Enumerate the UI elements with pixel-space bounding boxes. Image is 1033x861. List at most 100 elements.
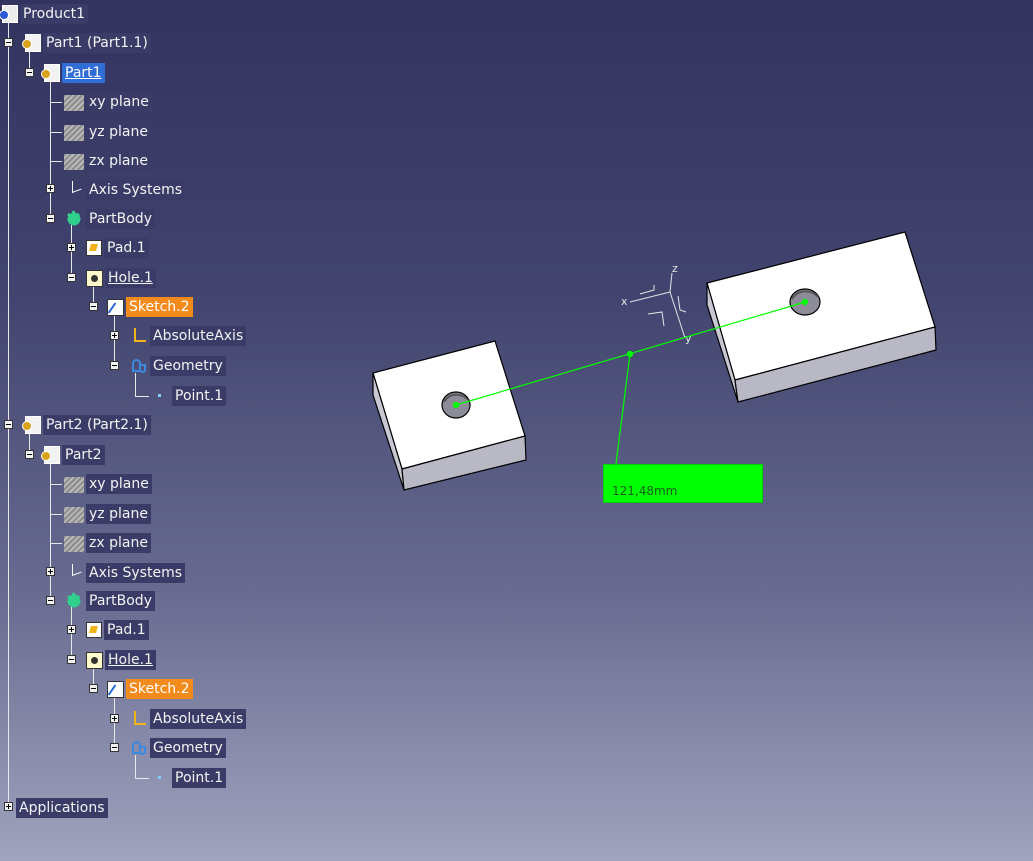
tree-node-label[interactable]: Geometry <box>150 738 226 758</box>
part-icon <box>41 64 60 82</box>
measurement-label[interactable]: 121,48mm <box>603 464 763 503</box>
tree-node-label[interactable]: xy plane <box>86 474 152 494</box>
tree-node-label[interactable]: Geometry <box>150 356 226 376</box>
tree-node-xy-plane[interactable]: xy plane <box>64 91 152 113</box>
expand-toggle[interactable] <box>110 331 119 340</box>
tree-node-absolute-axis[interactable]: AbsoluteAxis <box>128 325 247 347</box>
tree-node-sketch[interactable]: Sketch.2 <box>107 296 193 318</box>
part1-block[interactable] <box>372 340 527 491</box>
tree-node-label[interactable]: Point.1 <box>172 768 227 788</box>
tree-node-label[interactable]: Sketch.2 <box>126 679 193 699</box>
tree-node-label[interactable]: Product1 <box>20 4 89 24</box>
partbody-icon <box>64 590 84 611</box>
expand-toggle[interactable] <box>67 625 76 634</box>
tree-node-label[interactable]: Part1 <box>62 63 105 83</box>
expand-toggle[interactable] <box>46 184 55 193</box>
tree-node-label[interactable]: Part1 (Part1.1) <box>43 33 151 53</box>
tree-node-yz-plane[interactable]: yz plane <box>64 503 151 525</box>
collapse-toggle[interactable] <box>110 743 119 752</box>
tree-node-product1[interactable]: Product1 <box>0 3 89 25</box>
part-instance-icon <box>22 34 41 52</box>
tree-node-yz-plane[interactable]: yz plane <box>64 121 151 143</box>
tree-node-label[interactable]: Sketch.2 <box>126 297 193 317</box>
tree-node-part1-instance[interactable]: Part1 (Part1.1) <box>22 32 151 54</box>
tree-node-label[interactable]: zx plane <box>86 151 151 171</box>
tree-node-zx-plane[interactable]: zx plane <box>64 150 151 172</box>
tree-connector <box>114 314 115 366</box>
tree-node-label[interactable]: AbsoluteAxis <box>150 709 247 729</box>
tree-node-geometry[interactable]: Geometry <box>128 355 226 377</box>
tree-node-axis-systems[interactable]: Axis Systems <box>64 179 185 201</box>
tree-node-label[interactable]: Pad.1 <box>104 238 149 258</box>
expand-toggle[interactable] <box>46 567 55 576</box>
tree-node-label[interactable]: AbsoluteAxis <box>150 326 247 346</box>
expand-toggle[interactable] <box>67 243 76 252</box>
tree-node-axis-systems[interactable]: Axis Systems <box>64 562 185 584</box>
tree-node-label[interactable]: Hole.1 <box>105 650 156 670</box>
plane-icon <box>64 154 84 170</box>
tree-node-label[interactable]: xy plane <box>86 92 152 112</box>
tree-node-hole[interactable]: Hole.1 <box>86 649 156 671</box>
block-front-face <box>734 326 937 403</box>
tree-node-label[interactable]: Applications <box>16 798 108 818</box>
collapse-toggle[interactable] <box>89 302 98 311</box>
measure-distance-annotation[interactable] <box>452 298 809 465</box>
tree-node-part2[interactable]: Part2 <box>41 444 105 466</box>
tree-node-hole[interactable]: Hole.1 <box>86 267 156 289</box>
tree-node-label[interactable]: yz plane <box>86 504 151 524</box>
collapse-toggle[interactable] <box>4 38 13 47</box>
tree-node-point[interactable]: Point.1 <box>150 385 227 407</box>
collapse-toggle[interactable] <box>46 596 55 605</box>
collapse-toggle[interactable] <box>67 273 76 282</box>
collapse-toggle[interactable] <box>46 214 55 223</box>
tree-node-xy-plane[interactable]: xy plane <box>64 473 152 495</box>
tree-node-label[interactable]: yz plane <box>86 122 151 142</box>
tree-node-label[interactable]: zx plane <box>86 533 151 553</box>
collapse-toggle[interactable] <box>25 450 34 459</box>
sketch-icon <box>107 298 124 316</box>
tree-node-label[interactable]: Part2 (Part2.1) <box>43 415 151 435</box>
hole-icon <box>86 651 103 669</box>
tree-connector <box>50 161 62 162</box>
tree-node-label[interactable]: PartBody <box>86 591 155 611</box>
tree-node-label[interactable]: Point.1 <box>172 386 227 406</box>
tree-node-part1[interactable]: Part1 <box>41 62 105 84</box>
tree-node-absolute-axis[interactable]: AbsoluteAxis <box>128 708 247 730</box>
tree-node-applications[interactable]: Applications <box>16 797 108 819</box>
part2-block[interactable] <box>706 231 937 403</box>
tree-node-zx-plane[interactable]: zx plane <box>64 532 151 554</box>
tree-node-label[interactable]: Hole.1 <box>105 268 156 288</box>
tree-node-label[interactable]: Axis Systems <box>86 563 185 583</box>
block-side-face <box>706 282 739 403</box>
tree-node-label[interactable]: Axis Systems <box>86 180 185 200</box>
tree-node-partbody[interactable]: PartBody <box>64 208 155 230</box>
measure-line <box>455 301 806 406</box>
tree-node-label[interactable]: Part2 <box>62 445 105 465</box>
measure-endpoint <box>452 401 460 409</box>
tree-node-pad[interactable]: Pad.1 <box>86 237 149 259</box>
tree-connector <box>50 80 51 220</box>
tree-node-pad[interactable]: Pad.1 <box>86 619 149 641</box>
expand-toggle[interactable] <box>110 714 119 723</box>
measure-endpoint <box>801 298 809 306</box>
tree-node-sketch[interactable]: Sketch.2 <box>107 678 193 700</box>
collapse-toggle[interactable] <box>67 655 76 664</box>
tree-connector <box>50 132 62 133</box>
tree-connector <box>135 778 149 779</box>
geometry-icon <box>128 356 148 376</box>
tree-node-part2-instance[interactable]: Part2 (Part2.1) <box>22 414 151 436</box>
tree-node-label[interactable]: Pad.1 <box>104 620 149 640</box>
collapse-toggle[interactable] <box>110 361 119 370</box>
hole-inner-shadow <box>791 290 819 300</box>
collapse-toggle[interactable] <box>25 68 34 77</box>
tree-node-label[interactable]: PartBody <box>86 209 155 229</box>
axis-system-icon <box>64 180 84 200</box>
tree-node-geometry[interactable]: Geometry <box>128 737 226 759</box>
collapse-toggle[interactable] <box>4 420 13 429</box>
plane-icon <box>64 536 84 552</box>
collapse-toggle[interactable] <box>89 684 98 693</box>
tree-node-point[interactable]: Point.1 <box>150 767 227 789</box>
expand-toggle[interactable] <box>4 802 13 811</box>
tree-node-partbody[interactable]: PartBody <box>64 590 155 612</box>
axis-label-z: z <box>672 262 678 275</box>
